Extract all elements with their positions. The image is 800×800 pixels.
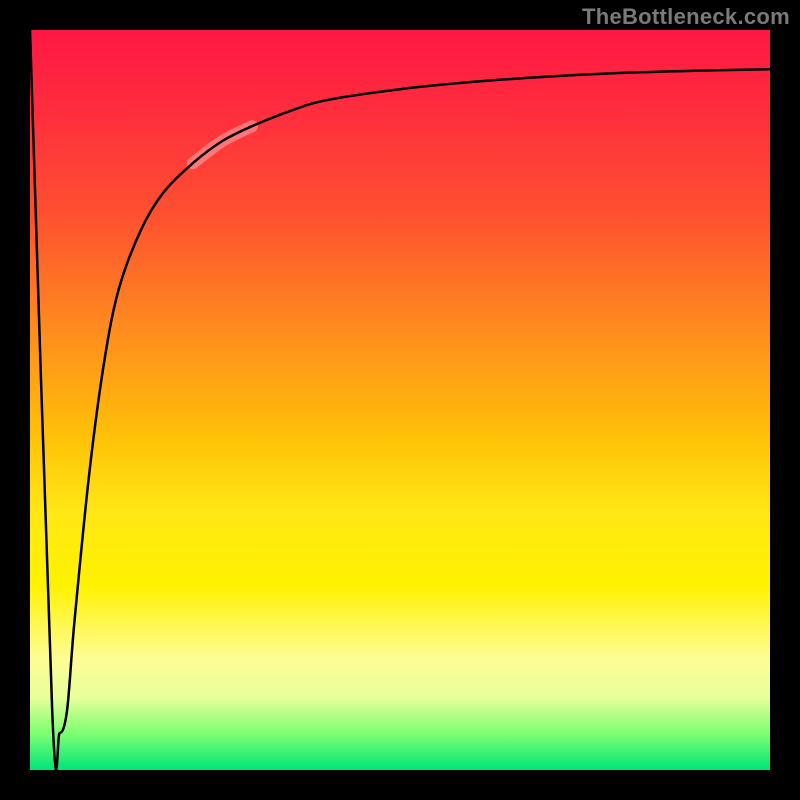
plot-area [30, 30, 770, 770]
curve-svg [30, 30, 770, 770]
chart-frame: TheBottleneck.com [0, 0, 800, 800]
main-curve [30, 30, 770, 769]
attribution-text: TheBottleneck.com [582, 4, 790, 30]
curve-highlight [193, 126, 252, 163]
